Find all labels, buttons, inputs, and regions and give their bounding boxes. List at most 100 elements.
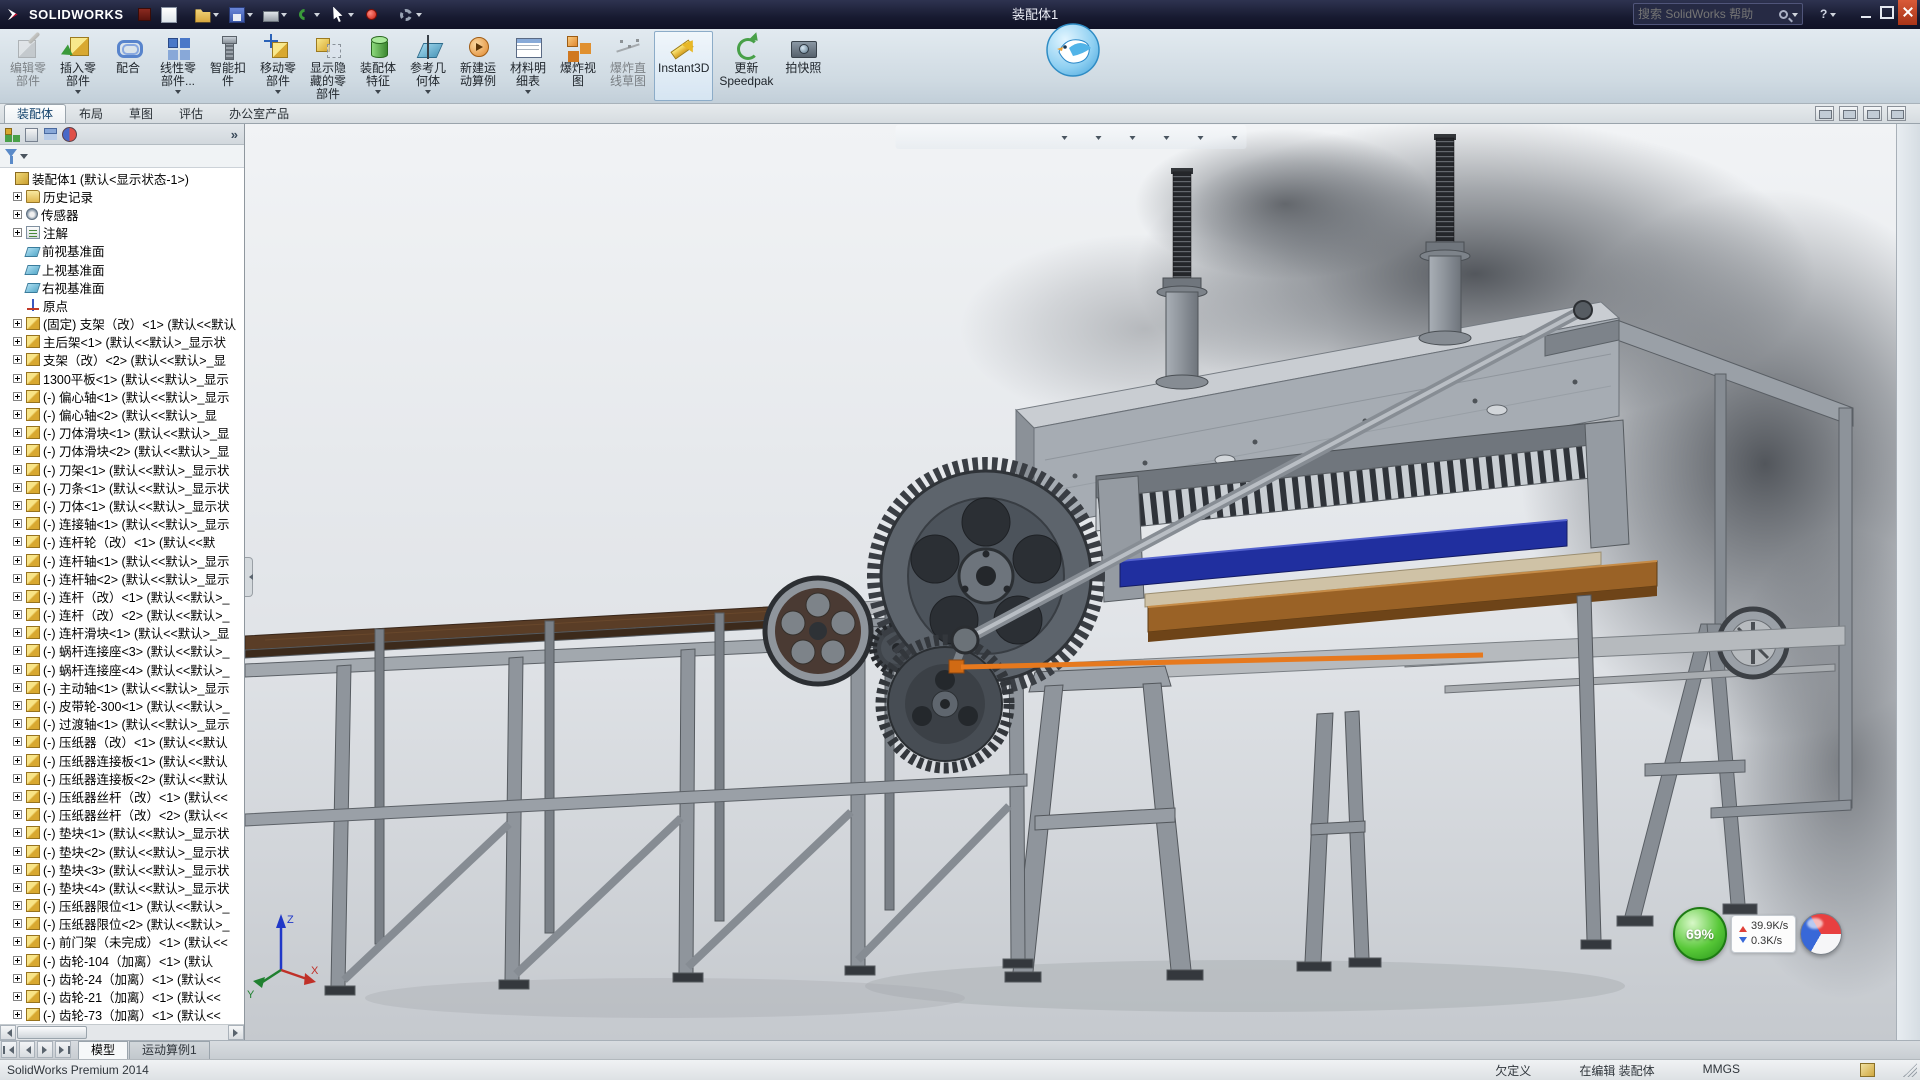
feature-tree-item[interactable]: (-) 刀体滑块<2> (默认<<默认>_显 xyxy=(0,442,244,460)
filter-funnel-icon[interactable] xyxy=(5,149,17,163)
expand-toggle-icon[interactable] xyxy=(13,446,22,455)
messenger-bird-overlay-icon[interactable] xyxy=(1045,22,1101,78)
panel-collapse-chevron[interactable]: » xyxy=(231,127,241,142)
ribbon-button[interactable]: 编辑零部件 xyxy=(4,31,52,101)
dropdown-caret-icon[interactable] xyxy=(314,13,320,20)
feature-tree-item[interactable]: (-) 刀条<1> (默认<<默认>_显示状 xyxy=(0,478,244,496)
feature-tree-item[interactable]: (-) 压纸器连接板<1> (默认<<默认 xyxy=(0,751,244,769)
feature-tree-item[interactable]: (-) 压纸器（改）<1> (默认<<默认 xyxy=(0,733,244,751)
feature-tree-item[interactable]: (-) 垫块<2> (默认<<默认>_显示状 xyxy=(0,842,244,860)
scroll-track[interactable] xyxy=(16,1025,228,1040)
model-tab[interactable]: 模型 xyxy=(78,1041,128,1059)
feature-tree-item[interactable]: (-) 垫块<4> (默认<<默认>_显示状 xyxy=(0,878,244,896)
help-button[interactable]: ? xyxy=(1815,3,1841,25)
expand-toggle-icon[interactable] xyxy=(13,646,22,655)
expand-toggle-icon[interactable] xyxy=(13,501,22,510)
hud-caret-icon[interactable] xyxy=(1129,136,1135,143)
expand-toggle-icon[interactable] xyxy=(13,683,22,692)
quick-tool-button[interactable] xyxy=(191,4,223,26)
expand-toggle-icon[interactable] xyxy=(13,610,22,619)
expand-toggle-icon[interactable] xyxy=(13,1010,22,1019)
feature-tree-item[interactable]: (-) 连杆轴<2> (默认<<默认>_显示 xyxy=(0,569,244,587)
network-speed-overlay[interactable]: 69% 39.9K/s 0.3K/s xyxy=(1673,907,1842,961)
feature-tree-item[interactable]: (-) 连杆轴<1> (默认<<默认>_显示 xyxy=(0,551,244,569)
ribbon-button[interactable]: Instant3D xyxy=(654,31,713,101)
expand-toggle-icon[interactable] xyxy=(13,665,22,674)
feature-tree-item[interactable]: (-) 偏心轴<1> (默认<<默认>_显示 xyxy=(0,387,244,405)
hud-button[interactable] xyxy=(1175,127,1204,147)
ribbon-button[interactable]: 新建运动算例 xyxy=(454,31,502,101)
quick-tool-button[interactable] xyxy=(225,4,257,26)
ribbon-caret-icon[interactable] xyxy=(525,90,531,97)
hud-button[interactable] xyxy=(1005,127,1034,147)
expand-toggle-icon[interactable] xyxy=(13,701,22,710)
feature-tree-item[interactable]: (-) 连杆（改）<1> (默认<<默认>_ xyxy=(0,587,244,605)
scroll-right-button[interactable] xyxy=(228,1025,244,1040)
ribbon-button[interactable]: 装配体特征 xyxy=(354,31,402,101)
feature-tree-item[interactable]: (-) 压纸器丝杆（改）<1> (默认<< xyxy=(0,787,244,805)
search-input[interactable] xyxy=(1638,7,1775,21)
dropdown-caret-icon[interactable] xyxy=(213,13,219,20)
expand-toggle-icon[interactable] xyxy=(13,774,22,783)
ribbon-button[interactable]: 爆炸视图 xyxy=(554,31,602,101)
search-dropdown-caret-icon[interactable] xyxy=(1792,13,1798,20)
command-tab[interactable]: 布局 xyxy=(66,104,116,123)
ribbon-button[interactable]: 移动零部件 xyxy=(254,31,302,101)
feature-tree-item[interactable]: (-) 齿轮-73（加离）<1> (默认<< xyxy=(0,1006,244,1024)
command-tab[interactable]: 办公室产品 xyxy=(216,104,302,123)
feature-tree-item[interactable]: 注解 xyxy=(0,224,244,242)
tree-filter-row[interactable] xyxy=(0,145,244,168)
command-tab[interactable]: 草图 xyxy=(116,104,166,123)
document-window-icon[interactable] xyxy=(1815,106,1834,121)
feature-tree-item[interactable]: (-) 连杆（改）<2> (默认<<默认>_ xyxy=(0,606,244,624)
dropdown-caret-icon[interactable] xyxy=(416,13,422,20)
expand-toggle-icon[interactable] xyxy=(13,319,22,328)
dropdown-caret-icon[interactable] xyxy=(247,13,253,20)
feature-tree-item[interactable]: (-) 连接轴<1> (默认<<默认>_显示 xyxy=(0,515,244,533)
scroll-left-button[interactable] xyxy=(0,1025,16,1040)
feature-tree-tab-icon[interactable] xyxy=(3,126,20,142)
expand-toggle-icon[interactable] xyxy=(13,428,22,437)
ribbon-caret-icon[interactable] xyxy=(375,90,381,97)
expand-toggle-icon[interactable] xyxy=(13,865,22,874)
hud-button[interactable] xyxy=(1073,127,1102,147)
feature-tree-item[interactable]: 前视基准面 xyxy=(0,242,244,260)
command-tab[interactable]: 评估 xyxy=(166,104,216,123)
ribbon-button[interactable]: 显示隐藏的零部件 xyxy=(304,31,352,101)
feature-tree-item[interactable]: (-) 偏心轴<2> (默认<<默认>_显 xyxy=(0,405,244,423)
close-button[interactable] xyxy=(1898,0,1917,25)
quick-tool-button[interactable] xyxy=(360,4,392,26)
ribbon-button[interactable]: 更新Speedpak xyxy=(715,31,777,101)
expand-toggle-icon[interactable] xyxy=(13,919,22,928)
expand-toggle-icon[interactable] xyxy=(13,901,22,910)
expand-toggle-icon[interactable] xyxy=(13,883,22,892)
feature-tree-item[interactable]: 历史记录 xyxy=(0,187,244,205)
feature-tree-item[interactable]: (-) 齿轮-24（加离）<1> (默认<< xyxy=(0,969,244,987)
feature-tree-item[interactable]: (-) 刀体滑块<1> (默认<<默认>_显 xyxy=(0,424,244,442)
next-tab-button[interactable] xyxy=(37,1041,53,1058)
expand-toggle-icon[interactable] xyxy=(13,719,22,728)
feature-tree-item[interactable]: 上视基准面 xyxy=(0,260,244,278)
feature-tree-item[interactable]: (-) 刀架<1> (默认<<默认>_显示状 xyxy=(0,460,244,478)
feature-tree-item[interactable]: (-) 过渡轴<1> (默认<<默认>_显示 xyxy=(0,715,244,733)
assistant-ball-icon[interactable] xyxy=(1800,913,1842,955)
ribbon-button[interactable]: 参考几何体 xyxy=(404,31,452,101)
minimize-button[interactable] xyxy=(1856,0,1875,25)
ribbon-caret-icon[interactable] xyxy=(275,90,281,97)
expand-toggle-icon[interactable] xyxy=(13,628,22,637)
feature-tree-item[interactable]: (-) 蜗杆连接座<4> (默认<<默认>_ xyxy=(0,660,244,678)
expand-toggle-icon[interactable] xyxy=(13,792,22,801)
document-window-icon[interactable] xyxy=(1839,106,1858,121)
feature-tree-item[interactable]: (-) 压纸器限位<2> (默认<<默认>_ xyxy=(0,915,244,933)
expand-toggle-icon[interactable] xyxy=(13,192,22,201)
configuration-manager-tab-icon[interactable] xyxy=(41,126,58,142)
property-manager-tab-icon[interactable] xyxy=(22,126,39,142)
expand-toggle-icon[interactable] xyxy=(13,992,22,1001)
hud-button[interactable] xyxy=(1107,127,1136,147)
feature-tree-item[interactable]: (-) 皮带轮-300<1> (默认<<默认>_ xyxy=(0,696,244,714)
quick-tool-button[interactable] xyxy=(157,4,189,26)
feature-tree-item[interactable]: (-) 前门架（未完成）<1> (默认<< xyxy=(0,933,244,951)
feature-tree-item[interactable]: (-) 压纸器限位<1> (默认<<默认>_ xyxy=(0,897,244,915)
expand-toggle-icon[interactable] xyxy=(13,410,22,419)
help-search-box[interactable] xyxy=(1633,3,1803,25)
